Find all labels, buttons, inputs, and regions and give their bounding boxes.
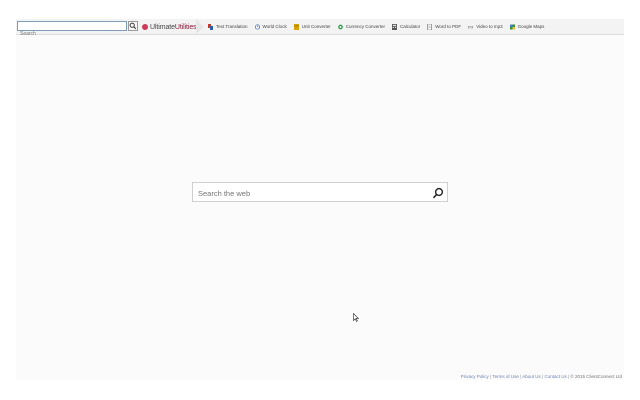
video-icon [468, 25, 474, 28]
currency-icon [337, 24, 343, 29]
toolbar-link-label: Text Translation [216, 24, 248, 29]
map-icon [509, 24, 515, 29]
clock-icon [254, 24, 260, 29]
toolbar-link-label: Word to PDF [435, 24, 462, 29]
footer-link-terms-of-use[interactable]: Terms of Use [492, 374, 519, 379]
toolbar-link-word-to-pdf[interactable]: Word to PDF [427, 23, 462, 30]
toolbar-link-label: World Clock [262, 24, 287, 29]
footer-copyright: © 2015 ClientConnect Ltd [570, 374, 622, 379]
main-search-input[interactable] [193, 184, 433, 203]
footer-link-about-us[interactable]: About Us [522, 374, 541, 379]
toolbar-link-world-clock[interactable]: World Clock [254, 24, 287, 30]
footer-link-privacy-policy[interactable]: Privacy Policy [461, 374, 489, 379]
search-icon [432, 187, 444, 199]
search-icon [129, 22, 137, 30]
footer: Privacy Policy | Terms of Use | About Us… [460, 374, 622, 379]
translate-icon [208, 23, 213, 30]
browser-page: UltimateUtilities Text Translation World… [16, 19, 624, 380]
toolbar: UltimateUtilities Text Translation World… [16, 19, 624, 38]
ruler-icon [293, 23, 299, 30]
toolbar-search-button[interactable] [128, 21, 138, 31]
toolbar-link-currency-converter[interactable]: Currency Converter [337, 24, 385, 30]
mouse-cursor-icon [353, 313, 359, 322]
toolbar-divider [196, 19, 204, 34]
logo-icon [142, 24, 148, 30]
toolbar-link-label: Video to mp3 [476, 24, 503, 29]
toolbar-search-box[interactable] [17, 21, 130, 38]
calculator-icon [391, 23, 397, 30]
logo-text-part2: Utilities [174, 23, 197, 31]
toolbar-link-google-maps[interactable]: Google Maps [509, 24, 545, 30]
toolbar-link-calculator[interactable]: Calculator [391, 23, 421, 30]
ultimate-utilities-logo[interactable]: UltimateUtilities [142, 22, 197, 32]
toolbar-link-label: Currency Converter [345, 24, 385, 29]
toolbar-link-label: Calculator [399, 24, 421, 29]
logo-text-part1: Ultimate [150, 23, 175, 31]
toolbar-link-text-translation[interactable]: Text Translation [208, 23, 248, 30]
document-icon [427, 23, 433, 30]
toolbar-link-label: Unit Converter [301, 24, 331, 29]
toolbar-link-video-to-mp3[interactable]: Video to mp3 [468, 24, 503, 30]
main-search-box[interactable] [192, 182, 448, 203]
toolbar-link-label: Google Maps [517, 24, 545, 29]
toolbar-link-unit-converter[interactable]: Unit Converter [293, 23, 331, 30]
toolbar-links: Text Translation World Clock Unit Conver… [208, 19, 551, 34]
footer-link-contact-us[interactable]: Contact Us [544, 374, 566, 379]
toolbar-search-input[interactable] [18, 30, 130, 38]
main-search-button[interactable] [432, 186, 444, 199]
